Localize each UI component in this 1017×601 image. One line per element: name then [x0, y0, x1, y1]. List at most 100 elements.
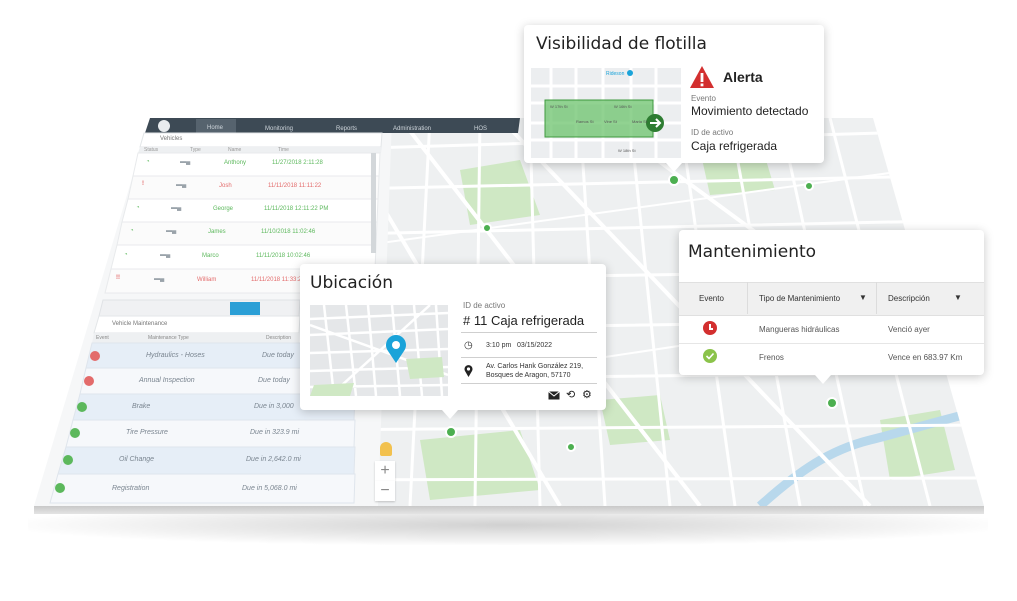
mini-map-street: W 17th St — [550, 104, 568, 109]
sort-down-icon[interactable]: ▼ — [954, 293, 962, 302]
filter-time[interactable]: Time — [278, 147, 289, 153]
maintenance-due: Due today — [262, 352, 294, 359]
col-description[interactable]: Descripción — [888, 294, 930, 303]
col-event: Event — [96, 335, 109, 341]
vehicle-driver[interactable]: Anthony — [224, 160, 246, 166]
vehicle-driver[interactable]: George — [213, 206, 233, 212]
vehicle-status-icon: ◔ — [124, 252, 128, 258]
divider — [461, 383, 597, 384]
filter-type[interactable]: Type — [190, 147, 201, 153]
filter-name[interactable]: Name — [228, 147, 241, 153]
col-separator — [747, 282, 748, 314]
maintenance-card-title: Mantenimiento — [688, 242, 817, 262]
location-card[interactable]: Ubicación ID de activo # 11 Caja refrige… — [300, 264, 606, 419]
vehicle-time: 11/10/2018 11:02:46 — [261, 229, 316, 235]
vehicle-time: 11/11/2018 11:11:22 — [268, 183, 322, 189]
vehicle-driver[interactable]: Marco — [202, 253, 219, 259]
maintenance-type: Oil Change — [119, 456, 155, 463]
vehicle-status-icon: ◔ — [130, 228, 134, 234]
address-line2: Bosques de Aragon, 57170 — [486, 372, 571, 379]
mini-map-street: W 16th St — [614, 104, 632, 109]
maintenance-due: Due in 2,642.0 mi — [246, 456, 301, 463]
event-label: Evento — [691, 94, 716, 103]
zoom-out-button[interactable]: − — [375, 481, 395, 501]
maintenance-type: Brake — [132, 403, 151, 410]
vehicle-driver[interactable]: Josh — [219, 183, 232, 189]
location-mini-map — [310, 305, 448, 396]
maintenance-due: Due in 5,068.0 mi — [242, 485, 297, 492]
maintenance-type: Frenos — [759, 353, 784, 362]
zoom-in-button[interactable]: + — [375, 461, 395, 481]
vehicles-title: Vehicles — [160, 136, 183, 142]
status-green-icon — [70, 428, 80, 438]
alert-warning-icon — [690, 66, 714, 88]
fleet-visibility-card[interactable]: Visibilidad de flotilla Rideson W 17th S… — [524, 25, 824, 172]
event-value: Movimiento detectado — [691, 104, 809, 118]
maintenance-due: Due today — [258, 377, 290, 384]
nav-monitoring[interactable]: Monitoring — [265, 126, 293, 132]
asset-id-value: Caja refrigerada — [691, 139, 778, 153]
card-pointer — [815, 375, 831, 384]
truck-icon: ▬▄ — [176, 182, 187, 188]
maintenance-type: Mangueras hidráulicas — [759, 325, 840, 334]
truck-icon: ▬▄ — [154, 276, 165, 282]
clock-icon: ◷ — [464, 340, 473, 351]
mini-map-street: Vine St — [604, 119, 617, 124]
col-event: Evento — [699, 294, 724, 303]
nav-home[interactable]: Home — [207, 125, 223, 131]
history-icon[interactable]: ⟲ — [566, 388, 575, 401]
row-divider — [679, 343, 984, 344]
email-icon[interactable] — [548, 391, 560, 400]
maintenance-type: Tire Pressure — [126, 429, 168, 436]
check-icon — [703, 349, 717, 363]
maintenance-type: Registration — [112, 485, 150, 492]
vehicle-time: 11/11/2018 12:11:22 PM — [264, 206, 329, 212]
vehicle-time: 11/11/2018 11:33:20 — [251, 277, 305, 283]
alert-label: Alerta — [723, 69, 763, 85]
event-time: 3:10 pm — [486, 342, 512, 349]
divider — [461, 332, 597, 333]
street-view-icon[interactable] — [380, 442, 392, 456]
mini-map-street: Ramos St — [576, 119, 594, 124]
nav-administration[interactable]: Administration — [393, 126, 431, 132]
card-pointer — [442, 410, 458, 419]
maintenance-due: Due in 3,000 — [254, 403, 294, 410]
col-maintenance-type[interactable]: Maintenance Type — [148, 335, 189, 341]
event-date: 03/15/2022 — [517, 342, 553, 349]
gear-icon[interactable]: ⚙ — [582, 388, 592, 401]
maintenance-title: Vehicle Maintenance — [112, 321, 168, 327]
filter-status[interactable]: Status — [144, 147, 158, 153]
address-line1: Av. Carlos Hank González 219, — [486, 363, 584, 370]
truck-icon: ▬▄ — [180, 159, 191, 165]
vehicle-driver[interactable]: James — [208, 229, 226, 235]
status-green-icon — [63, 455, 73, 465]
status-green-icon — [77, 402, 87, 412]
sort-down-icon[interactable]: ▼ — [859, 293, 867, 302]
nav-reports[interactable]: Reports — [336, 126, 357, 132]
status-red-icon — [90, 351, 100, 361]
truck-icon: ▬▄ — [171, 205, 182, 211]
alert-icon: ! — [142, 181, 144, 187]
col-description[interactable]: Description — [266, 335, 291, 341]
nav-hos[interactable]: HOS — [474, 126, 487, 132]
vehicle-status-icon: ◔ — [146, 159, 150, 165]
card-pointer — [666, 163, 682, 172]
alert-icon: !! — [116, 275, 120, 281]
maintenance-card[interactable]: Mantenimiento Evento Tipo de Mantenimien… — [679, 230, 984, 384]
vehicle-status-icon: ◔ — [136, 205, 140, 211]
mini-map-street: Maria St — [632, 119, 647, 124]
vehicle-time: 11/11/2018 10:02:46 — [256, 253, 311, 259]
col-maintenance-type[interactable]: Tipo de Mantenimiento — [759, 294, 840, 303]
mini-map-street: W 18th St — [618, 148, 636, 153]
vehicle-time: 11/27/2018 2:11:28 — [272, 160, 323, 166]
asset-id-value: # 11 Caja refrigerada — [463, 313, 585, 328]
divider — [461, 357, 597, 358]
status-red-icon — [84, 376, 94, 386]
truck-icon: ▬▄ — [160, 252, 171, 258]
fleet-card-title: Visibilidad de flotilla — [536, 34, 707, 54]
asset-id-label: ID de activo — [463, 301, 506, 310]
status-green-icon — [55, 483, 65, 493]
mini-map-poi: Rideson — [606, 71, 625, 77]
maintenance-due: Due in 323.9 mi — [250, 429, 300, 436]
vehicle-driver[interactable]: William — [197, 277, 216, 283]
